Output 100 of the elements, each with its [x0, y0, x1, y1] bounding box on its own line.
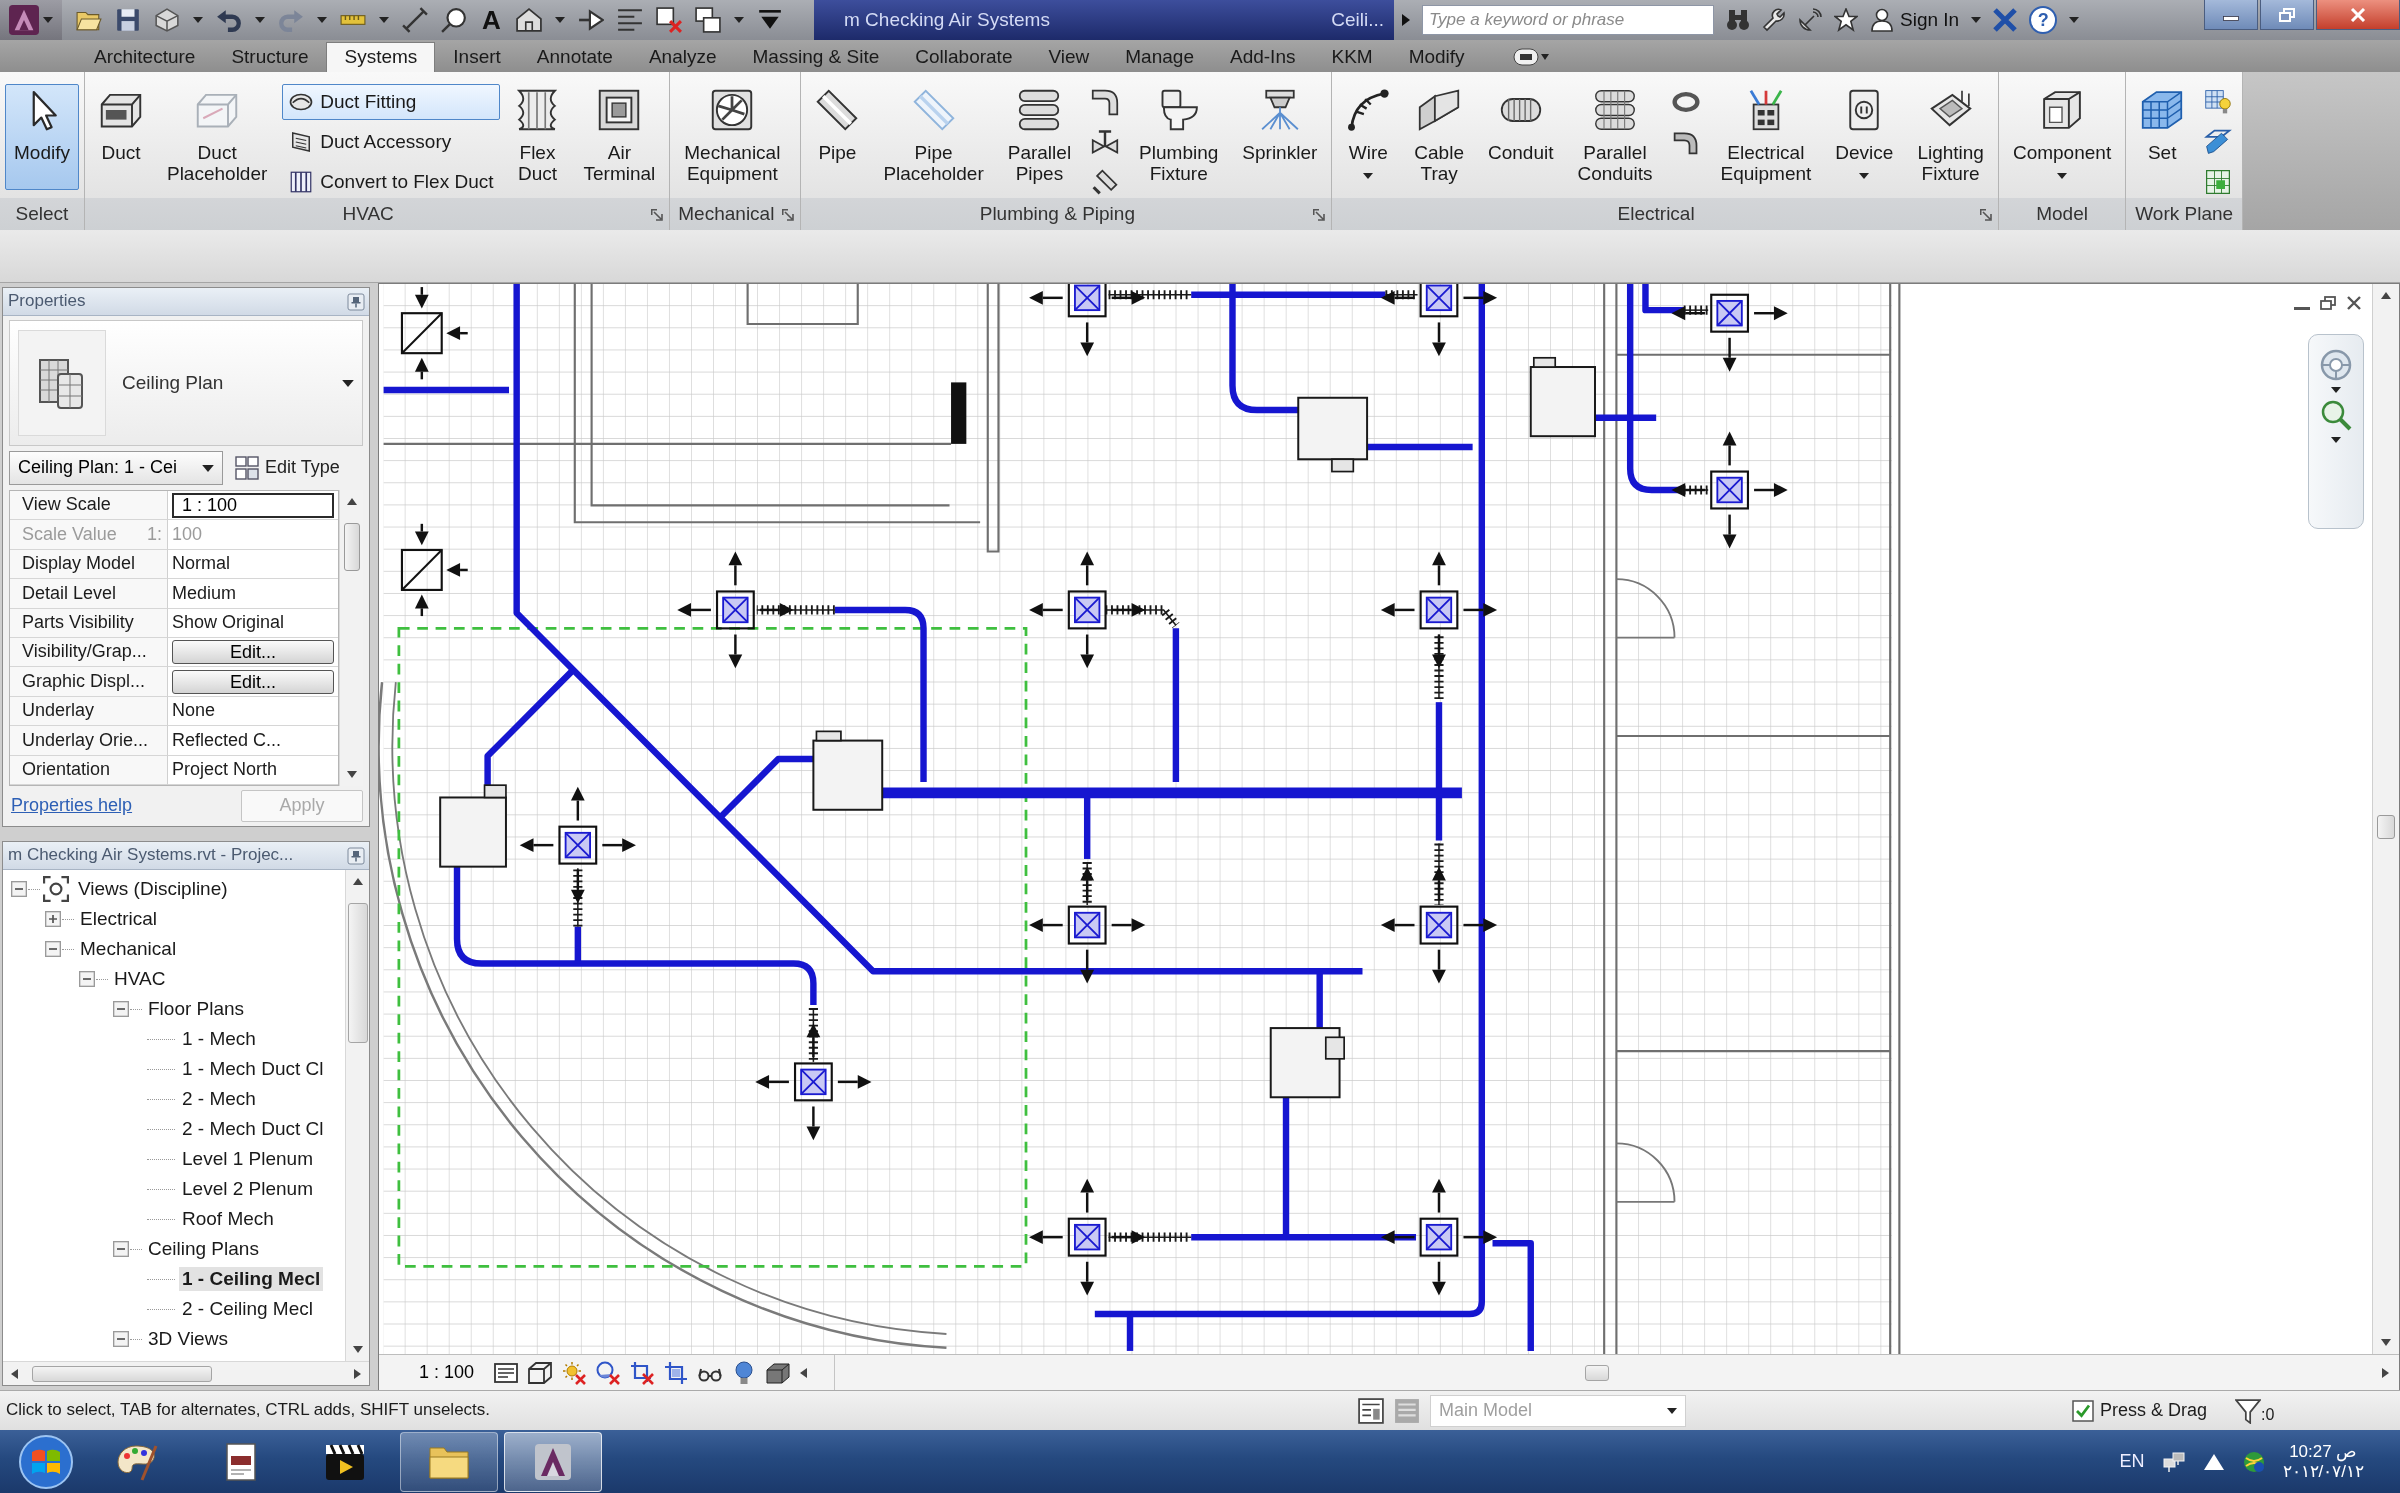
tree-item[interactable]: Mechanical [77, 936, 180, 962]
filter-icon[interactable] [2235, 1397, 2262, 1424]
application-menu-button[interactable] [0, 0, 62, 40]
cross-icon[interactable] [1993, 8, 2018, 32]
ribbon-button[interactable]: Pipe Placeholder [874, 84, 993, 190]
close-button[interactable] [2316, 0, 2400, 30]
clock-time[interactable]: 10:27 ص [2282, 1441, 2364, 1462]
checkbox[interactable] [2072, 1399, 2094, 1422]
scroll-thumb[interactable] [347, 903, 368, 1043]
tree-item[interactable]: 2 - Ceiling Mecl [179, 1296, 316, 1322]
scroll-thumb[interactable] [32, 1365, 212, 1382]
caret-icon[interactable] [733, 17, 744, 23]
list-tile-icon[interactable] [1358, 1397, 1384, 1424]
ribbon-button[interactable]: Convert to Flex Duct [282, 164, 501, 200]
scroll-down-icon[interactable] [346, 771, 357, 778]
sun-crossed-icon[interactable] [562, 1360, 587, 1385]
caret-icon[interactable] [317, 17, 327, 23]
type-selector[interactable]: Ceiling Plan [9, 320, 363, 446]
scroll-up-icon[interactable] [346, 498, 357, 505]
text-tool-button[interactable]: A [480, 7, 503, 33]
minus-box-icon[interactable] [113, 1331, 129, 1347]
star-icon[interactable] [1834, 8, 1858, 32]
lines-tile-icon[interactable] [1394, 1397, 1420, 1424]
edit-button[interactable]: Edit... [172, 669, 334, 694]
caret-icon[interactable] [1971, 17, 1982, 23]
tree-item[interactable]: Roof Mech [179, 1206, 277, 1232]
scroll-right-icon[interactable] [2382, 1367, 2389, 1378]
ribbon-button[interactable]: Component [2003, 84, 2121, 190]
corner-arrow-icon[interactable] [1312, 208, 1326, 221]
close-icon[interactable] [2346, 296, 2362, 310]
circle-crossed-icon[interactable] [596, 1360, 621, 1385]
scroll-up-icon[interactable] [352, 878, 363, 885]
ribbon-button[interactable]: Air Terminal [574, 84, 665, 190]
caret-icon[interactable] [2331, 437, 2341, 443]
satellite-dish-icon[interactable] [1798, 8, 1822, 32]
scroll-down-icon[interactable] [2381, 1339, 2391, 1346]
tree-item[interactable]: 2 - Mech Duct Cl [179, 1116, 327, 1142]
clock-date[interactable]: ٢٠١٢/٠٧/١٢ [2282, 1461, 2364, 1482]
ribbon-tab[interactable]: Analyze [630, 42, 735, 72]
box-icon[interactable] [766, 1360, 791, 1385]
ribbon-button[interactable]: Lighting Fixture [1908, 84, 1993, 190]
ribbon-tab[interactable]: Collaborate [897, 42, 1031, 72]
ribbon-tab[interactable]: KKM [1313, 42, 1391, 72]
search-field[interactable]: Type a keyword or phrase [1422, 5, 1714, 35]
ribbon-tab[interactable]: Modify [1390, 42, 1483, 72]
expand-arrow-icon[interactable] [1402, 14, 1410, 26]
help-button[interactable]: ? [2029, 6, 2058, 34]
ribbon-button[interactable]: Parallel Pipes [998, 84, 1081, 190]
minus-box-icon[interactable] [45, 941, 61, 957]
scroll-up-icon[interactable] [2381, 292, 2391, 299]
house-icon[interactable] [515, 7, 542, 33]
ribbon-tab[interactable]: Insert [435, 42, 519, 72]
arrow-icon[interactable] [577, 7, 604, 33]
scale-field[interactable]: 1 : 100 [172, 492, 334, 518]
wrench-icon[interactable] [1762, 8, 1786, 32]
ribbon-tab[interactable]: Manage [1107, 42, 1212, 72]
sign-in-button[interactable]: Sign In [1870, 8, 1960, 32]
scroll-left-icon[interactable] [800, 1367, 808, 1378]
minus-box-icon[interactable] [79, 971, 95, 987]
edit-button[interactable]: Edit... [172, 640, 334, 665]
corner-arrow-icon[interactable] [1978, 208, 1992, 221]
crop-region-icon[interactable] [664, 1360, 689, 1385]
tree-item[interactable]: Electrical [77, 906, 161, 932]
ribbon-button[interactable]: Duct Placeholder [157, 84, 277, 190]
view-scale-button[interactable]: 1 : 100 [419, 1361, 485, 1384]
ribbon-button[interactable]: Flex Duct [506, 84, 569, 190]
language-indicator[interactable]: EN [2119, 1450, 2145, 1473]
restore-button[interactable] [2260, 0, 2314, 30]
ribbon-button[interactable]: Duct Fitting [282, 84, 501, 120]
scrollbar[interactable] [345, 870, 369, 1361]
window-cross-icon[interactable] [655, 7, 682, 33]
corner-arrow-icon[interactable] [650, 208, 664, 221]
ribbon-button[interactable]: Parallel Conduits [1568, 84, 1662, 190]
tree-item[interactable]: 3D Views [145, 1326, 231, 1352]
tree-item[interactable]: 1 - Ceiling Mecl [179, 1266, 324, 1292]
minimize-icon[interactable] [2294, 306, 2310, 310]
ribbon-button[interactable]: Sprinkler [1233, 84, 1327, 190]
ribbon-button[interactable]: Duct [89, 84, 152, 190]
save-icon[interactable] [115, 7, 141, 33]
corner-arrow-icon[interactable] [781, 208, 795, 221]
ribbon-button[interactable]: Device [1826, 84, 1903, 190]
ribbon-tab[interactable]: Annotate [518, 42, 631, 72]
tree-item[interactable]: Ceiling Plans [145, 1236, 262, 1262]
pin-icon[interactable] [347, 292, 365, 311]
windows-icon[interactable] [694, 7, 721, 33]
ribbon-button[interactable]: Wire [1337, 84, 1400, 190]
scroll-left-icon[interactable] [11, 1368, 18, 1379]
caret-icon[interactable] [2331, 387, 2341, 393]
plus-box-icon[interactable] [45, 911, 61, 927]
caret-icon[interactable] [193, 17, 203, 23]
scroll-thumb[interactable] [2377, 815, 2395, 839]
lines-icon[interactable] [616, 7, 643, 33]
ribbon-button[interactable]: Plumbing Fixture [1130, 84, 1228, 190]
scrollbar[interactable] [2372, 284, 2399, 1354]
ribbon-tab[interactable]: Add-Ins [1211, 42, 1314, 72]
tree-item[interactable]: HVAC [111, 966, 169, 992]
ribbon-tab[interactable]: View [1030, 42, 1108, 72]
minus-box-icon[interactable] [11, 881, 27, 897]
restore-icon[interactable] [2320, 296, 2336, 310]
instance-dropdown[interactable]: Ceiling Plan: 1 - Cei [9, 451, 223, 485]
